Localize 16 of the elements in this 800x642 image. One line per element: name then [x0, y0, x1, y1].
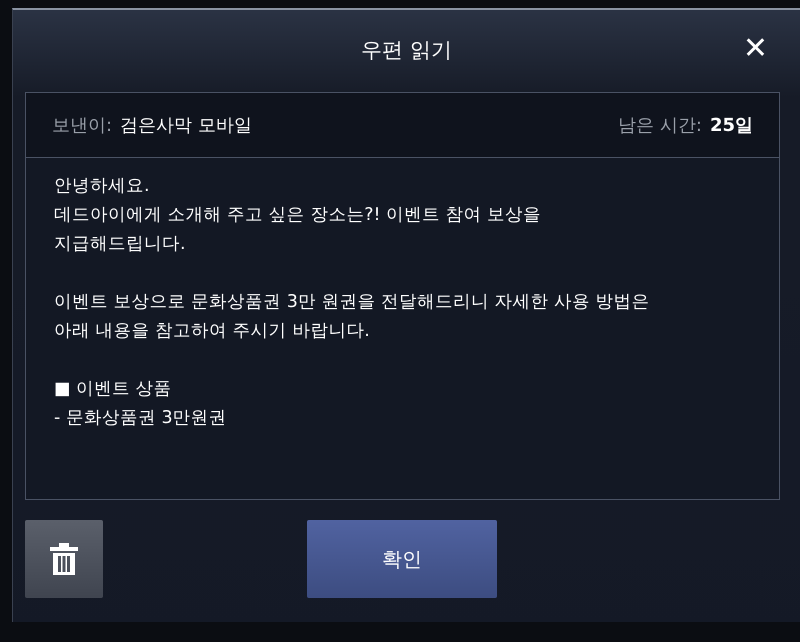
remaining-time: 25일 [710, 114, 753, 138]
sender-label: 보낸이: [52, 114, 112, 138]
message-line: 지급해드립니다. [54, 234, 186, 254]
sender-name: 검은사막 모바일 [120, 114, 252, 138]
message-line: 이벤트 보상으로 문화상품권 3만 원권을 전달해드리니 자세한 사용 방법은 [54, 292, 650, 312]
delete-button[interactable] [25, 520, 103, 598]
message-line: - 문화상품권 3만원권 [54, 408, 227, 428]
message-line: 아래 내용을 참고하여 주시기 바랍니다. [54, 321, 370, 341]
message-line: ■ 이벤트 상품 [54, 379, 172, 399]
confirm-button[interactable]: 확인 [307, 520, 497, 598]
trash-icon [50, 543, 78, 575]
dialog-title: 우편 읽기 [361, 37, 452, 64]
message-line: 데드아이에게 소개해 주고 싶은 장소는?! 이벤트 참여 보상을 [54, 205, 542, 225]
close-button[interactable]: ✕ [742, 34, 768, 64]
message-line: 안녕하세요. [54, 176, 150, 196]
time-label: 남은 시간: [618, 114, 702, 138]
